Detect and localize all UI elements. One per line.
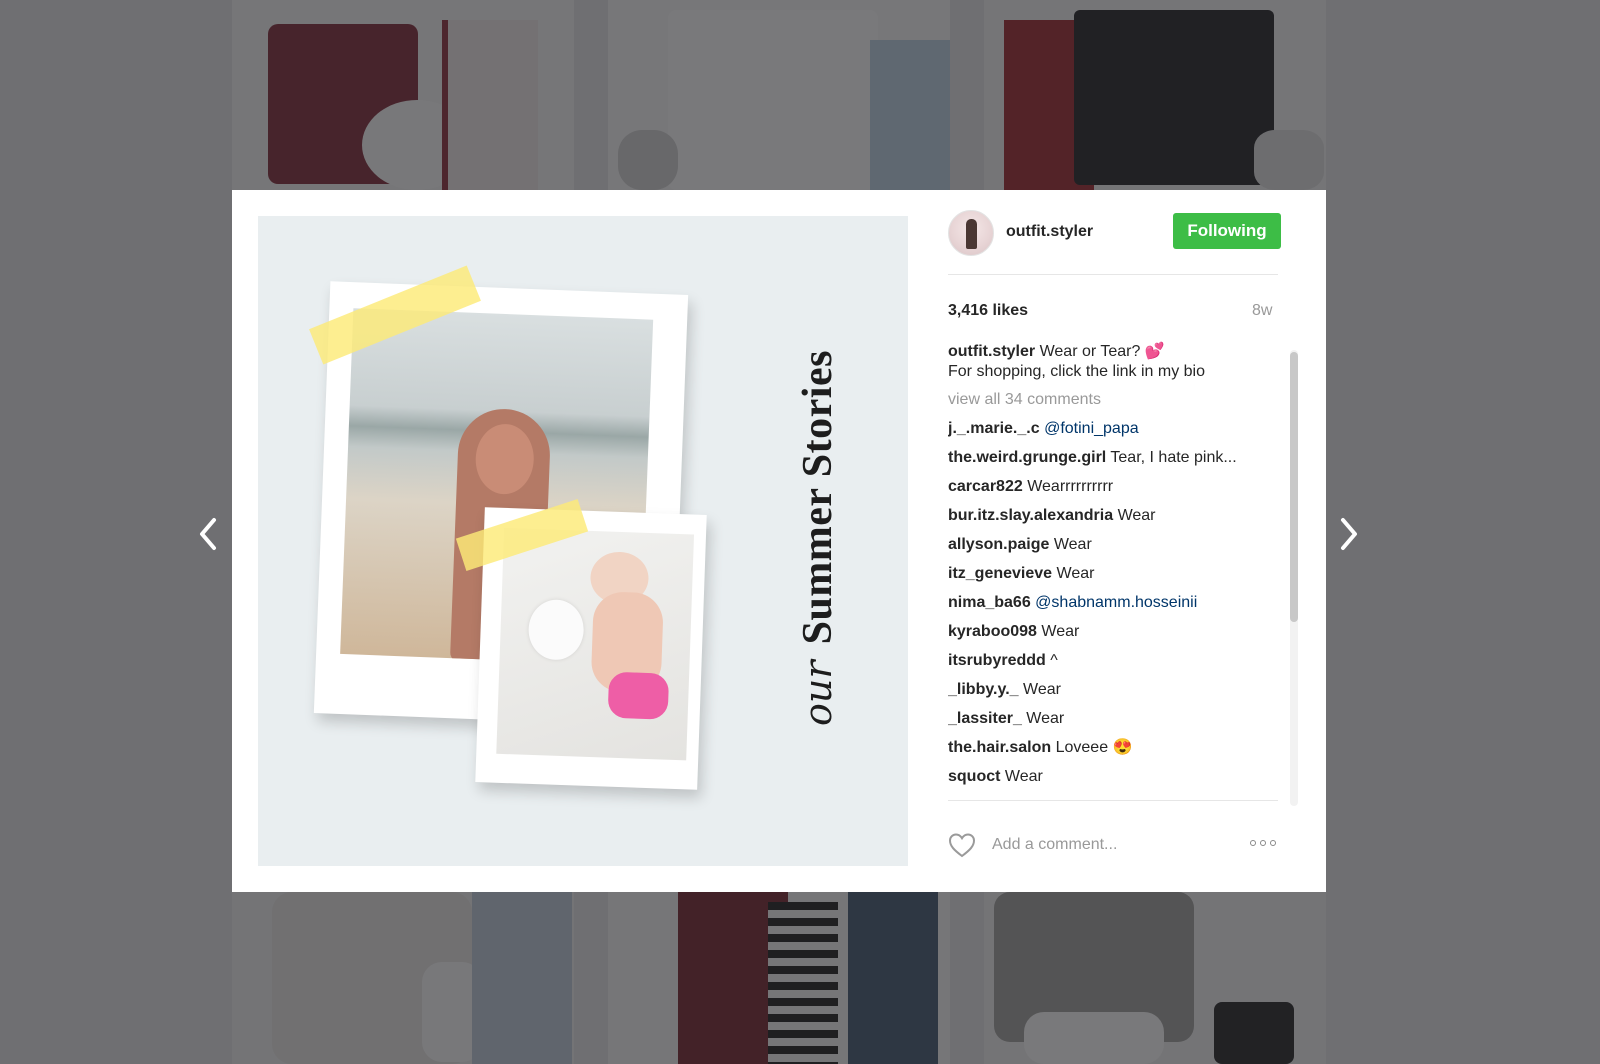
comment-item: _lassiter_ Wear	[948, 709, 1278, 729]
post-header: outfit.styler Following	[948, 210, 1281, 275]
comment-text: Tear, I hate pink...	[1110, 449, 1237, 466]
caption-username[interactable]: outfit.styler	[948, 343, 1035, 360]
comment-username[interactable]: bur.itz.slay.alexandria	[948, 507, 1113, 524]
comment-text: Loveee 😍	[1055, 739, 1133, 756]
following-button[interactable]: Following	[1173, 213, 1281, 249]
post-username[interactable]: outfit.styler	[1006, 223, 1093, 241]
comment-username[interactable]: carcar822	[948, 478, 1023, 495]
comment-username[interactable]: squoct	[948, 768, 1000, 785]
comment-username[interactable]: _lassiter_	[948, 710, 1022, 727]
comment-username[interactable]: allyson.paige	[948, 536, 1049, 553]
background-thumbnail	[984, 0, 1326, 190]
comment-username[interactable]: j._.marie._.c	[948, 420, 1040, 437]
baby-photo	[496, 527, 695, 761]
post-image[interactable]: our Summer Stories	[258, 216, 908, 866]
comment-username[interactable]: itsrubyreddd	[948, 652, 1046, 669]
comment-mention-link[interactable]: @shabnamm.hosseinii	[1035, 594, 1197, 611]
caption-text: Wear or Tear? 💕	[1039, 343, 1165, 360]
comment-username[interactable]: itz_genevieve	[948, 565, 1052, 582]
comment-item: the.hair.salon Loveee 😍	[948, 738, 1278, 758]
comment-item: bur.itz.slay.alexandria Wear	[948, 506, 1278, 526]
background-thumbnail	[608, 0, 950, 190]
comment-item: itsrubyreddd ^	[948, 651, 1278, 671]
comment-text: Wear	[1041, 623, 1080, 640]
add-comment-input[interactable]	[990, 828, 1244, 862]
comment-item: nima_ba66 @shabnamm.hosseinii	[948, 593, 1278, 613]
post-modal: our Summer Stories outfit.styler Followi…	[232, 190, 1326, 892]
comment-item: the.weird.grunge.girl Tear, I hate pink.…	[948, 448, 1278, 468]
comment-item: itz_genevieve Wear	[948, 564, 1278, 584]
comment-username[interactable]: the.weird.grunge.girl	[948, 449, 1106, 466]
image-title-main: Summer Stories	[795, 350, 841, 645]
likes-count[interactable]: 3,416 likes	[948, 302, 1028, 320]
comment-text: Wear	[1117, 507, 1156, 524]
comment-text: Wearrrrrrrrrr	[1027, 478, 1114, 495]
comment-text: ^	[1050, 652, 1058, 669]
comments-scrollbar[interactable]	[1290, 350, 1298, 806]
comment-username[interactable]: _libby.y._	[948, 681, 1019, 698]
comment-username[interactable]: the.hair.salon	[948, 739, 1051, 756]
comment-item: _libby.y._ Wear	[948, 680, 1278, 700]
comment-text: Wear	[1056, 565, 1095, 582]
comment-text: Wear	[1023, 681, 1061, 698]
avatar[interactable]	[948, 210, 994, 256]
chevron-left-icon[interactable]	[194, 516, 222, 552]
comments-list[interactable]: outfit.styler Wear or Tear? 💕 For shoppi…	[948, 340, 1278, 801]
comment-mention-link[interactable]: @fotini_papa	[1044, 420, 1139, 437]
caption-line-2: For shopping, click the link in my bio	[948, 363, 1205, 380]
caption: outfit.styler Wear or Tear? 💕	[948, 342, 1278, 362]
comment-username[interactable]: nima_ba66	[948, 594, 1031, 611]
background-thumbnail	[608, 892, 950, 1064]
background-thumbnail	[232, 892, 574, 1064]
comment-item: kyraboo098 Wear	[948, 622, 1278, 642]
more-options-icon[interactable]	[1250, 840, 1280, 850]
comment-text: Wear	[1053, 536, 1092, 553]
comment-item: squoct Wear	[948, 767, 1278, 787]
comment-item: j._.marie._.c @fotini_papa	[948, 419, 1278, 439]
scrollbar-thumb[interactable]	[1290, 352, 1298, 622]
view-all-comments-link[interactable]: view all 34 comments	[948, 390, 1278, 410]
heart-icon[interactable]	[948, 832, 976, 858]
image-title: our Summer Stories	[794, 350, 842, 726]
image-title-script: our	[796, 660, 840, 726]
post-details-panel: outfit.styler Following 3,416 likes 8w o…	[948, 210, 1310, 880]
background-thumbnail	[232, 0, 574, 190]
chevron-right-icon[interactable]	[1335, 516, 1363, 552]
background-thumbnail	[984, 892, 1326, 1064]
comment-item: allyson.paige Wear	[948, 535, 1278, 555]
comment-username[interactable]: kyraboo098	[948, 623, 1037, 640]
comment-item: carcar822 Wearrrrrrrrrr	[948, 477, 1278, 497]
post-age[interactable]: 8w	[1252, 302, 1272, 320]
comment-text: Wear	[1026, 710, 1065, 727]
comment-text: Wear	[1004, 768, 1043, 785]
